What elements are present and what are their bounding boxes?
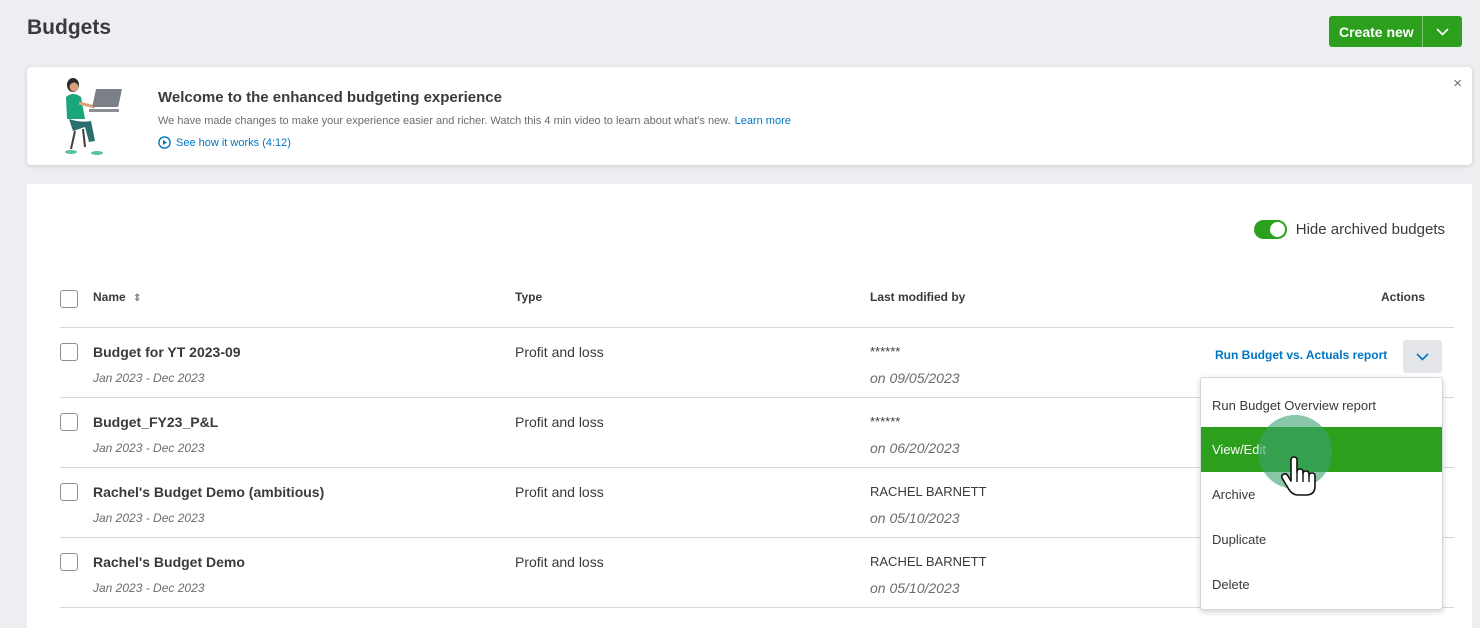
modified-on: on 09/05/2023 [870, 370, 960, 386]
run-budget-vs-actuals-link[interactable]: Run Budget vs. Actuals report [1215, 348, 1387, 362]
modified-by: RACHEL BARNETT [870, 554, 987, 569]
budget-name[interactable]: Budget for YT 2023-09 [93, 344, 241, 360]
budget-name[interactable]: Rachel's Budget Demo [93, 554, 245, 570]
row-checkbox[interactable] [60, 553, 78, 571]
hide-archived-toggle[interactable] [1253, 220, 1287, 239]
row-actions-dropdown[interactable] [1403, 340, 1442, 373]
menu-item-run-overview[interactable]: Run Budget Overview report [1201, 383, 1442, 428]
create-new-button[interactable]: Create new [1329, 16, 1422, 47]
row-checkbox[interactable] [60, 483, 78, 501]
modified-by: ****** [870, 344, 901, 359]
row-checkbox[interactable] [60, 413, 78, 431]
see-how-label: See how it works (4:12) [176, 136, 291, 149]
see-how-it-works-link[interactable]: See how it works (4:12) [158, 136, 291, 149]
page-title: Budgets [27, 16, 111, 39]
sort-icon: ⇕ [133, 293, 142, 304]
modified-on: on 05/10/2023 [870, 510, 960, 526]
banner-title: Welcome to the enhanced budgeting experi… [158, 89, 502, 106]
play-circle-icon [158, 136, 171, 149]
budget-range: Jan 2023 - Dec 2023 [93, 511, 205, 525]
header-last-modified: Last modified by [870, 290, 966, 304]
hand-pointer-icon [1280, 456, 1316, 496]
budget-name[interactable]: Rachel's Budget Demo (ambitious) [93, 484, 324, 500]
close-icon[interactable]: × [1453, 75, 1462, 92]
modified-by: ****** [870, 414, 901, 429]
menu-item-delete[interactable]: Delete [1201, 562, 1442, 607]
budget-name[interactable]: Budget_FY23_P&L [93, 414, 218, 430]
welcome-banner: Welcome to the enhanced budgeting experi… [27, 67, 1472, 165]
menu-item-duplicate[interactable]: Duplicate [1201, 517, 1442, 562]
chevron-down-icon [1436, 27, 1449, 36]
select-all-checkbox[interactable] [60, 290, 78, 308]
hide-archived-label: Hide archived budgets [1295, 221, 1445, 238]
budget-range: Jan 2023 - Dec 2023 [93, 371, 205, 385]
budget-type: Profit and loss [515, 414, 604, 430]
header-type: Type [515, 290, 543, 304]
create-new-dropdown-button[interactable] [1421, 16, 1462, 47]
modified-on: on 05/10/2023 [870, 580, 960, 596]
row-actions-menu: Run Budget Overview report View/Edit Arc… [1200, 377, 1443, 610]
hide-archived-toggle-row: Hide archived budgets [1253, 220, 1445, 239]
banner-illustration [65, 78, 122, 155]
row-checkbox[interactable] [60, 343, 78, 361]
banner-description: We have made changes to make your experi… [158, 115, 731, 127]
budget-range: Jan 2023 - Dec 2023 [93, 581, 205, 595]
chevron-down-icon [1416, 352, 1429, 361]
banner-text: We have made changes to make your experi… [158, 115, 791, 127]
header-name[interactable]: Name ⇕ [93, 290, 141, 304]
modified-by: RACHEL BARNETT [870, 484, 987, 499]
modified-on: on 06/20/2023 [870, 440, 960, 456]
create-new-group: Create new [1329, 16, 1462, 47]
menu-item-archive[interactable]: Archive [1201, 472, 1442, 517]
budget-type: Profit and loss [515, 344, 604, 360]
budget-type: Profit and loss [515, 484, 604, 500]
header-name-label: Name [93, 290, 126, 304]
budget-type: Profit and loss [515, 554, 604, 570]
header-actions: Actions [1381, 290, 1426, 304]
learn-more-link[interactable]: Learn more [735, 115, 791, 127]
budget-range: Jan 2023 - Dec 2023 [93, 441, 205, 455]
